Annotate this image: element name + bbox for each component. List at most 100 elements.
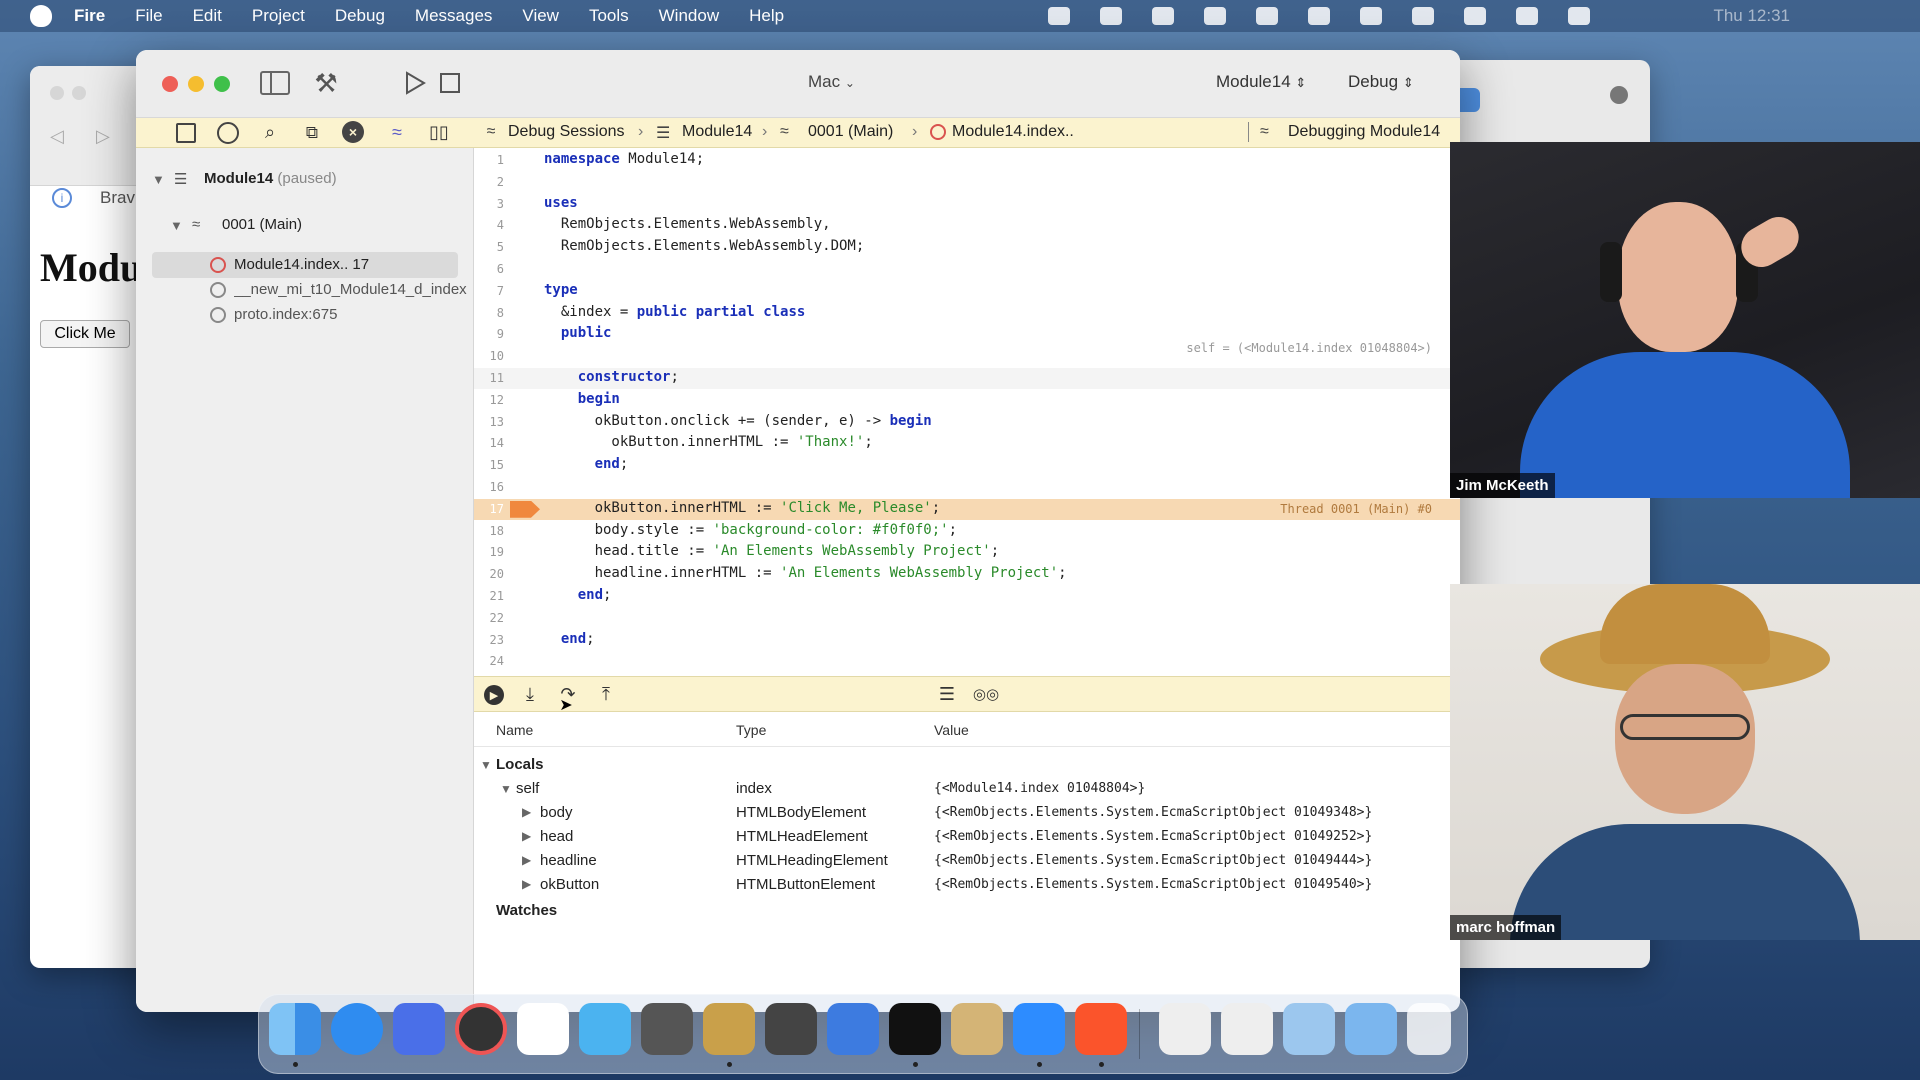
code-line[interactable]: 7 type	[474, 281, 1460, 302]
tray-cloud-icon[interactable]	[1048, 7, 1070, 25]
slack-icon[interactable]	[517, 1003, 569, 1055]
stop-icon[interactable]	[438, 71, 462, 95]
code-line[interactable]: 21 end;	[474, 586, 1460, 607]
code-line[interactable]: 18 body.style := 'background-color: #f0f…	[474, 521, 1460, 542]
toggle-sidebar-icon[interactable]	[260, 71, 290, 95]
disclosure-down-icon[interactable]: ▼	[170, 218, 183, 233]
tray-server-icon[interactable]	[1152, 7, 1174, 25]
click-me-button[interactable]: Click Me	[40, 320, 130, 348]
code-line[interactable]: 13 okButton.onclick += (sender, e) -> be…	[474, 412, 1460, 433]
transmit-icon[interactable]	[579, 1003, 631, 1055]
column-header-value[interactable]: Value	[934, 722, 969, 738]
list-view-icon[interactable]: ☰	[936, 683, 958, 705]
tray-cloud-sync-icon[interactable]	[1308, 7, 1330, 25]
xcode-icon[interactable]	[827, 1003, 879, 1055]
var-name[interactable]: head	[540, 828, 573, 845]
code-line[interactable]: 1 namespace Module14;	[474, 150, 1460, 171]
zoom-app-icon[interactable]	[1013, 1003, 1065, 1055]
disclosure-down-icon[interactable]: ▼	[152, 172, 165, 187]
minimize-button[interactable]	[188, 76, 204, 92]
project-selector[interactable]: Module14 ⇕	[1216, 72, 1306, 92]
disk-utility-icon[interactable]	[455, 1003, 507, 1055]
menu-file[interactable]: File	[135, 6, 162, 26]
files-tab-icon[interactable]	[176, 123, 196, 143]
fire-ide-icon[interactable]	[703, 1003, 755, 1055]
site-info-icon[interactable]: i	[52, 188, 72, 208]
var-name[interactable]: okButton	[540, 876, 599, 893]
crumb-debug-sessions[interactable]: Debug Sessions	[508, 123, 625, 141]
browser-forward-icon[interactable]: ▷	[96, 126, 110, 147]
menu-window[interactable]: Window	[659, 6, 719, 26]
var-name[interactable]: headline	[540, 852, 597, 869]
code-line[interactable]: 20 headline.innerHTML := 'An Elements We…	[474, 564, 1460, 585]
zoom-button[interactable]	[214, 76, 230, 92]
code-line[interactable]: 22	[474, 608, 1460, 629]
disclosure-right-icon[interactable]: ▶	[522, 829, 531, 843]
menu-debug[interactable]: Debug	[335, 6, 385, 26]
menu-view[interactable]: View	[522, 6, 559, 26]
search-tab-icon[interactable]: ⌕	[258, 120, 282, 144]
disclosure-down-icon[interactable]: ▼	[500, 782, 512, 796]
tray-bluetooth-icon[interactable]	[1412, 7, 1434, 25]
code-line[interactable]: 5 RemObjects.Elements.WebAssembly.DOM;	[474, 237, 1460, 258]
brave-browser-icon[interactable]	[1075, 1003, 1127, 1055]
safari-icon[interactable]	[331, 1003, 383, 1055]
menu-help[interactable]: Help	[749, 6, 784, 26]
code-line[interactable]: 15 end;	[474, 455, 1460, 476]
column-header-type[interactable]: Type	[736, 722, 766, 738]
terminal-icon[interactable]	[889, 1003, 941, 1055]
frame-item[interactable]: proto.index:675	[234, 306, 337, 323]
code-line[interactable]: 11 constructor;	[474, 368, 1460, 389]
step-out-icon[interactable]: ⤒	[596, 683, 616, 705]
code-line[interactable]: 14 okButton.innerHTML := 'Thanx!';	[474, 433, 1460, 454]
help-icon[interactable]	[641, 1003, 693, 1055]
finder-icon[interactable]	[269, 1003, 321, 1055]
docs-tab-icon[interactable]: ▯▯	[426, 121, 452, 143]
code-line[interactable]: 19 head.title := 'An Elements WebAssembl…	[474, 542, 1460, 563]
frame-item[interactable]: __new_mi_t10_Module14_d_index	[234, 281, 474, 298]
code-line[interactable]: 24	[474, 651, 1460, 672]
menu-messages[interactable]: Messages	[415, 6, 492, 26]
var-value[interactable]: {<Module14.index 01048804>}	[934, 781, 1145, 796]
water-ide-icon[interactable]	[765, 1003, 817, 1055]
tray-battery-icon[interactable]	[1516, 7, 1538, 25]
history-tab-icon[interactable]	[217, 122, 239, 144]
debug-tab-icon[interactable]: ≈	[384, 120, 410, 144]
code-line[interactable]: 12 begin	[474, 390, 1460, 411]
disclosure-right-icon[interactable]: ▶	[522, 877, 531, 891]
minimized-window-icon[interactable]	[1221, 1003, 1273, 1055]
code-editor[interactable]: 1 namespace Module14; 2 3 uses 4 RemObjects.E…	[474, 148, 1460, 676]
tray-info-icon[interactable]	[1204, 7, 1226, 25]
menu-app-name[interactable]: Fire	[74, 6, 105, 26]
crumb-module[interactable]: Module14	[682, 123, 752, 141]
browser-minimize-button[interactable]	[72, 86, 86, 100]
disclosure-right-icon[interactable]: ▶	[522, 805, 531, 819]
close-button[interactable]	[162, 76, 178, 92]
tray-broom2-icon[interactable]	[1360, 7, 1382, 25]
locals-group[interactable]: Locals	[496, 756, 544, 773]
disclosure-right-icon[interactable]: ▶	[522, 853, 531, 867]
var-name[interactable]: self	[516, 780, 539, 797]
bbedit-icon[interactable]	[393, 1003, 445, 1055]
folder-icon[interactable]	[1283, 1003, 1335, 1055]
step-into-icon[interactable]: ⤓	[520, 683, 540, 705]
browser-tab-label[interactable]: Brav	[100, 188, 135, 208]
browser-back-icon[interactable]: ◁	[50, 126, 64, 147]
browser-close-button[interactable]	[50, 86, 64, 100]
code-line[interactable]: 6	[474, 259, 1460, 280]
code-line[interactable]: 2	[474, 172, 1460, 193]
references-tab-icon[interactable]: ⧉	[300, 121, 324, 145]
apple-logo-icon[interactable]	[30, 5, 52, 27]
minimized-window-icon[interactable]	[1159, 1003, 1211, 1055]
tray-control-center-icon[interactable]	[1568, 7, 1590, 25]
debugging-status[interactable]: Debugging Module14	[1288, 123, 1440, 141]
tray-broom-icon[interactable]	[1256, 7, 1278, 25]
var-value[interactable]: {<RemObjects.Elements.System.EcmaScriptO…	[934, 853, 1372, 868]
chevron-down-icon[interactable]	[1610, 86, 1628, 104]
var-value[interactable]: {<RemObjects.Elements.System.EcmaScriptO…	[934, 829, 1372, 844]
glasses-icon[interactable]: ◎◎	[973, 683, 999, 705]
code-line[interactable]: 16	[474, 477, 1460, 498]
var-value[interactable]: {<RemObjects.Elements.System.EcmaScriptO…	[934, 805, 1372, 820]
issues-tab-icon[interactable]: ×	[342, 121, 364, 143]
watches-group[interactable]: Watches	[496, 902, 557, 919]
